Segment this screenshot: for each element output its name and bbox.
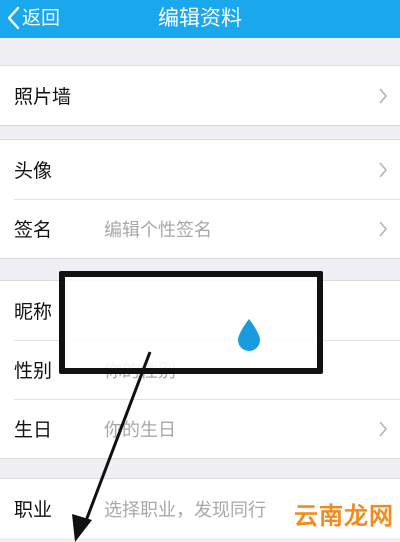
photo-wall-label: 照片墙 bbox=[14, 86, 72, 108]
water-drop-icon bbox=[238, 319, 260, 351]
signature-label: 签名 bbox=[14, 219, 53, 241]
signature-row[interactable]: 签名 编辑个性签名 bbox=[0, 199, 400, 258]
occupation-placeholder: 选择职业，发现同行 bbox=[104, 499, 266, 521]
signature-placeholder: 编辑个性签名 bbox=[104, 219, 212, 241]
nickname-label: 昵称 bbox=[14, 301, 53, 323]
page-title: 编辑资料 bbox=[158, 6, 242, 30]
birthday-row[interactable]: 生日 你的生日 bbox=[0, 399, 400, 458]
avatar-row[interactable]: 头像 bbox=[0, 140, 400, 199]
birthday-placeholder: 你的生日 bbox=[104, 419, 176, 441]
chevron-right-icon bbox=[379, 87, 388, 104]
birthday-label: 生日 bbox=[14, 419, 53, 441]
avatar-label: 头像 bbox=[14, 160, 53, 182]
profile-basic-group: 头像 签名 编辑个性签名 bbox=[0, 139, 400, 259]
chevron-right-icon bbox=[379, 220, 388, 237]
chevron-right-icon bbox=[379, 420, 388, 437]
occupation-label: 职业 bbox=[14, 499, 53, 521]
photo-wall-row[interactable]: 照片墙 bbox=[0, 66, 400, 125]
chevron-right-icon bbox=[379, 161, 388, 178]
gender-label: 性别 bbox=[14, 360, 53, 382]
navigation-bar: 返回 编辑资料 bbox=[0, 0, 400, 38]
photo-wall-group: 照片墙 bbox=[0, 65, 400, 126]
watermark-logo: 云南龙网 bbox=[294, 502, 394, 530]
annotation-highlight-box bbox=[59, 271, 323, 374]
